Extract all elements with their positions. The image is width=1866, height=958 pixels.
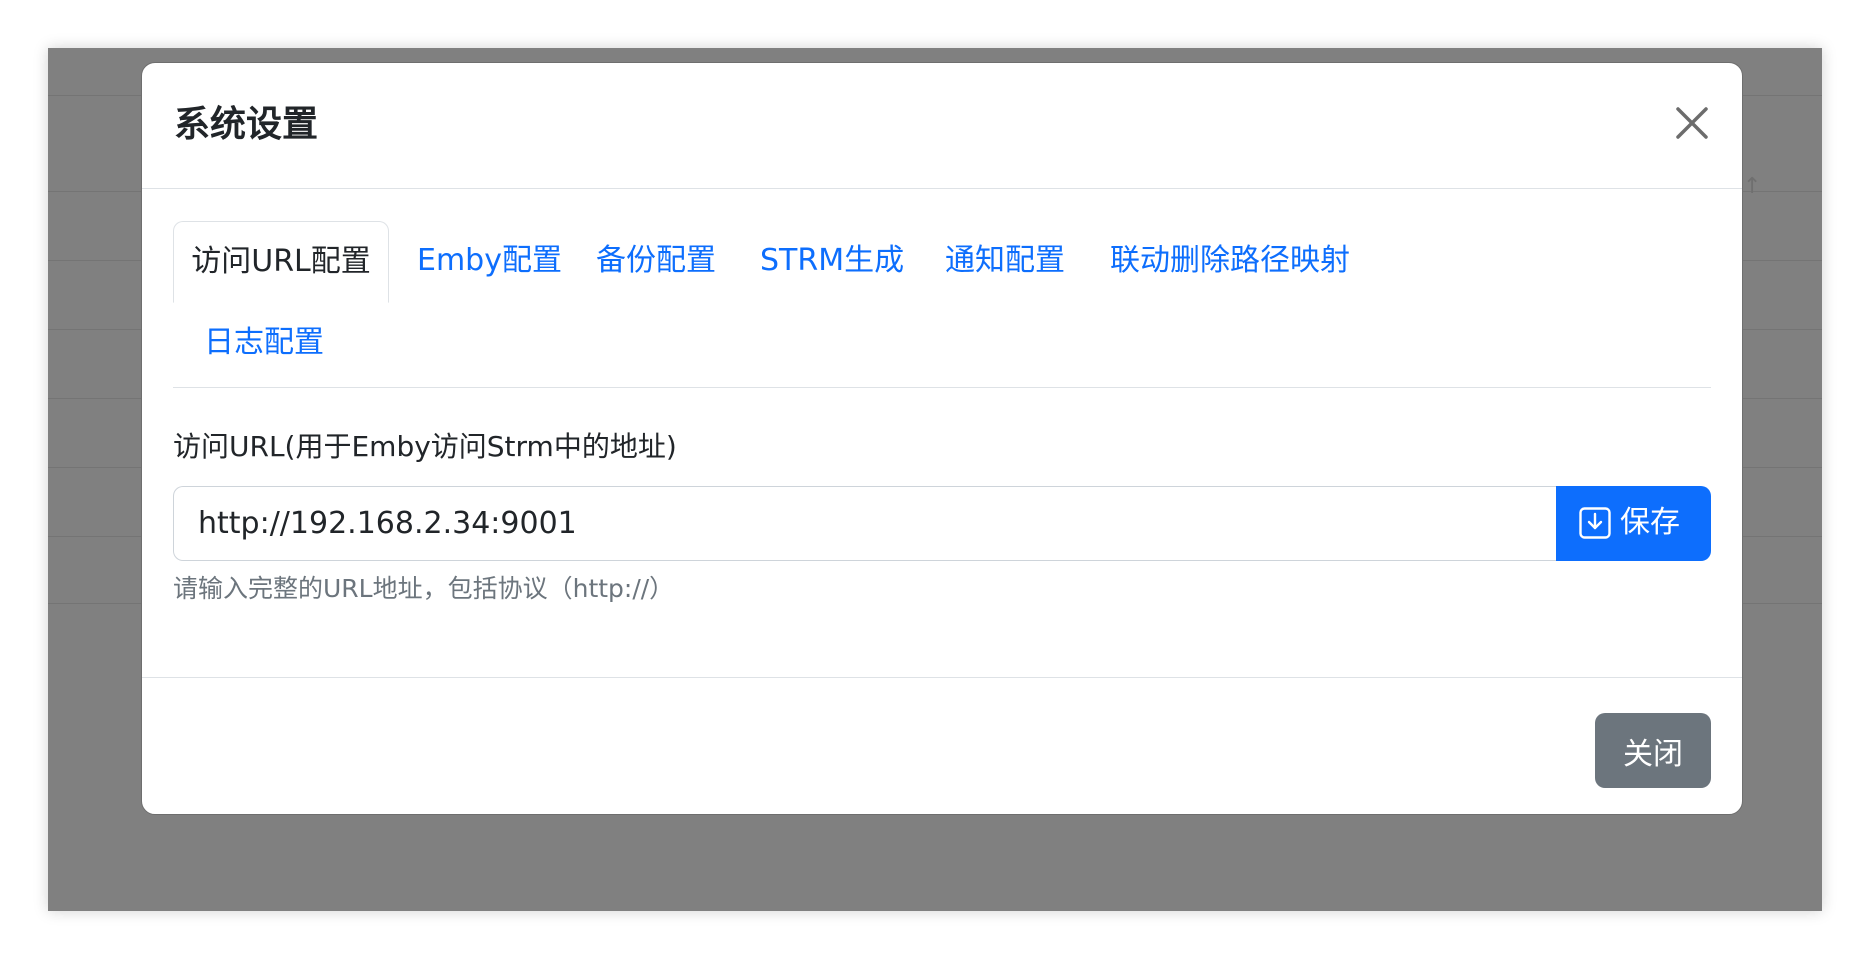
close-icon[interactable] [1668,99,1716,147]
save-button[interactable]: 保存 [1556,486,1711,561]
close-button[interactable]: 关闭 [1595,713,1711,788]
tab-notify-config[interactable]: 通知配置 [945,221,1065,301]
url-input[interactable] [173,486,1556,561]
url-help-text: 请输入完整的URL地址，包括协议（http://） [173,574,675,603]
sort-arrow-icon: ↑ [1743,174,1762,199]
modal-header: 系统设置 [142,63,1742,189]
modal-footer-divider [142,677,1742,678]
tab-log-config[interactable]: 日志配置 [204,303,324,383]
modal-title: 系统设置 [174,104,319,145]
settings-modal: 系统设置 访问URL配置 Emby配置 备份配置 STRM生成 通知配置 联动删… [141,62,1743,815]
tab-delete-path-mapping[interactable]: 联动删除路径映射 [1110,221,1350,301]
download-save-icon [1579,507,1611,539]
tab-backup-config[interactable]: 备份配置 [596,221,716,301]
save-button-label: 保存 [1620,505,1680,540]
tab-strm-generate[interactable]: STRM生成 [760,221,904,301]
tabs-border [173,387,1711,388]
settings-tabs: 访问URL配置 Emby配置 备份配置 STRM生成 通知配置 联动删除路径映射… [173,221,1711,389]
tab-url-config[interactable]: 访问URL配置 [173,221,389,303]
url-field-label: 访问URL(用于Emby访问Strm中的地址) [173,430,677,463]
tab-emby-config[interactable]: Emby配置 [417,221,562,301]
